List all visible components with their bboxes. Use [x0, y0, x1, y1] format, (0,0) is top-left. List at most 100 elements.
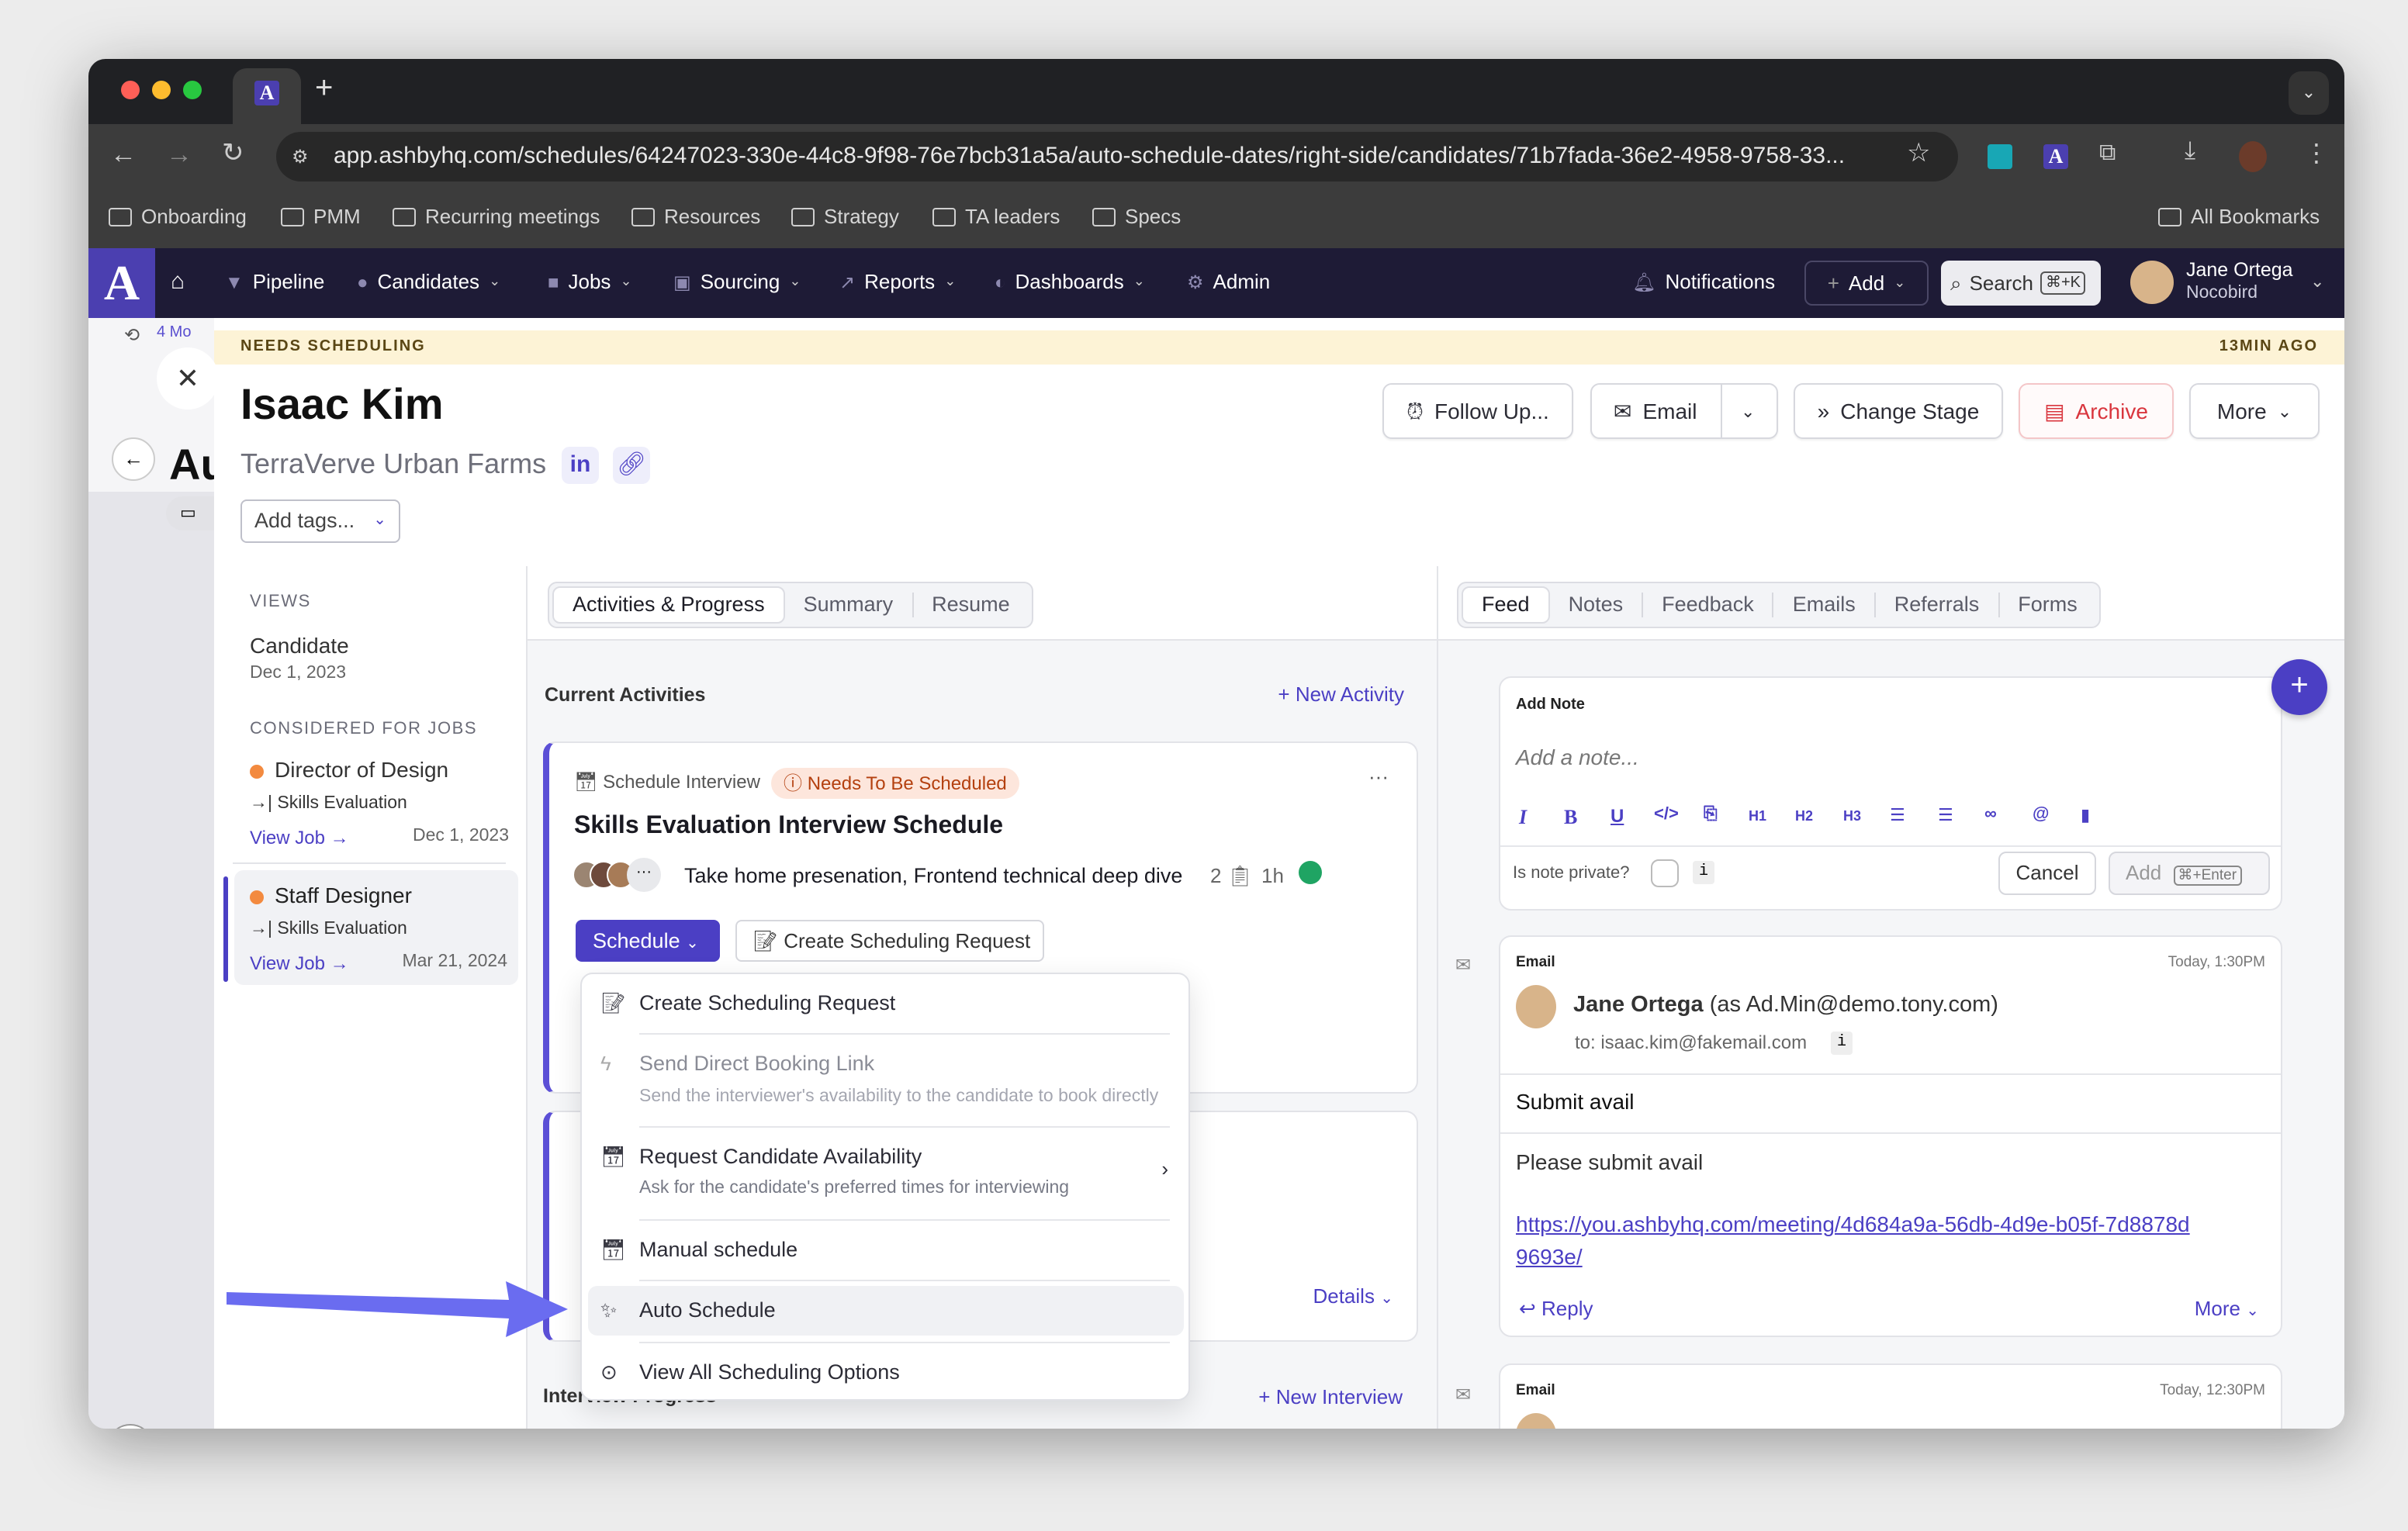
- card-more-icon[interactable]: ···: [1368, 765, 1389, 788]
- menu-item-request-candidate-availability[interactable]: 📅︎ Request Candidate Availability Ask for …: [582, 1128, 1192, 1219]
- extension-icon[interactable]: [1988, 144, 2012, 169]
- cancel-button[interactable]: Cancel: [1998, 852, 2096, 895]
- home-icon[interactable]: ⌂: [171, 268, 185, 295]
- reply-button[interactable]: ↩ Reply: [1519, 1297, 1593, 1322]
- mention-icon[interactable]: @: [2033, 805, 2049, 824]
- nav-candidates[interactable]: ● Candidates ⌄: [357, 270, 500, 293]
- link-icon[interactable]: 🔗︎: [613, 447, 650, 484]
- bookmark-ta-leaders[interactable]: TA leaders: [932, 205, 1060, 228]
- site-settings-icon[interactable]: ⚙: [292, 132, 309, 181]
- bookmark-onboarding[interactable]: Onboarding: [109, 205, 247, 228]
- view-job-link[interactable]: View Job →: [250, 827, 349, 848]
- profile-avatar[interactable]: [2239, 141, 2267, 172]
- attachment-icon[interactable]: ▮: [2081, 805, 2090, 825]
- new-activity-button[interactable]: + New Activity: [1278, 683, 1404, 706]
- back-icon[interactable]: ←: [110, 140, 137, 171]
- bold-icon[interactable]: B: [1564, 805, 1577, 830]
- tab-notes[interactable]: Notes: [1550, 593, 1644, 617]
- add-button[interactable]: + Add ⌄: [1804, 261, 1929, 306]
- note-input[interactable]: Add a note...: [1516, 745, 1639, 769]
- history-icon[interactable]: ⟲: [124, 324, 140, 346]
- search-button[interactable]: ⌕ Search ⌘+K: [1941, 261, 2101, 306]
- job-item[interactable]: Director of Design →| Skills Evaluation …: [227, 745, 518, 859]
- job-item-selected[interactable]: Staff Designer →| Skills Evaluation View…: [234, 870, 518, 985]
- menu-item-view-all-scheduling-options[interactable]: ⊙ View All Scheduling Options: [582, 1343, 1192, 1402]
- maximize-window-button[interactable]: [183, 81, 202, 99]
- menu-item-create-scheduling-request[interactable]: 📝︎ Create Scheduling Request: [582, 974, 1192, 1033]
- tab-search-chevron-icon[interactable]: ⌄: [2289, 71, 2329, 115]
- minimize-window-button[interactable]: [152, 81, 171, 99]
- private-checkbox[interactable]: [1651, 859, 1679, 887]
- code-block-icon[interactable]: ⎘: [1704, 805, 1718, 825]
- add-tags-select[interactable]: Add tags... ⌄: [240, 499, 400, 543]
- nav-jobs[interactable]: ■ Jobs ⌄: [548, 270, 632, 293]
- email-button[interactable]: ✉ Email ⌄: [1590, 383, 1778, 439]
- tab-summary[interactable]: Summary: [785, 593, 914, 617]
- nav-reports[interactable]: ↗ Reports ⌄: [839, 270, 956, 293]
- email-options-chevron-icon[interactable]: ⌄: [1741, 401, 1755, 421]
- nav-sourcing[interactable]: ▣ Sourcing ⌄: [673, 270, 801, 293]
- change-stage-button[interactable]: » Change Stage: [1794, 383, 2003, 439]
- extensions-puzzle-icon[interactable]: ⧉: [2099, 140, 2116, 166]
- view-job-link[interactable]: View Job →: [250, 952, 349, 974]
- italic-icon[interactable]: I: [1519, 805, 1527, 830]
- tab-feed[interactable]: Feed: [1462, 586, 1550, 624]
- info-icon[interactable]: i: [1693, 861, 1714, 884]
- notifications-button[interactable]: 🔔︎ Notifications: [1632, 270, 1775, 293]
- interviewer-avatars[interactable]: ···: [573, 858, 669, 892]
- schedule-dropdown-button[interactable]: Schedule ⌄: [576, 920, 720, 962]
- user-avatar[interactable]: [2130, 261, 2174, 304]
- reload-icon[interactable]: ↻: [222, 138, 244, 169]
- bookmark-specs[interactable]: Specs: [1092, 205, 1181, 228]
- add-fab-button[interactable]: +: [2271, 659, 2327, 715]
- browser-tab[interactable]: A: [233, 68, 301, 124]
- bookmark-recurring-meetings[interactable]: Recurring meetings: [393, 205, 600, 228]
- underline-icon[interactable]: U: [1611, 805, 1624, 827]
- tab-forms[interactable]: Forms: [1999, 593, 2096, 617]
- user-name[interactable]: Jane Ortega: [2186, 259, 2293, 281]
- url-field[interactable]: ⚙ app.ashbyhq.com/schedules/64247023-330…: [276, 132, 1958, 181]
- bookmark-star-icon[interactable]: ☆: [1907, 138, 1931, 169]
- ashby-extension-icon[interactable]: A: [2043, 144, 2068, 169]
- new-tab-button[interactable]: +: [315, 71, 333, 107]
- follow-up-button[interactable]: ⏰︎ Follow Up...: [1382, 383, 1573, 439]
- archive-button[interactable]: ▤ Archive: [2019, 383, 2174, 439]
- browser-menu-icon[interactable]: ⋮: [2304, 138, 2329, 169]
- help-button[interactable]: ?: [107, 1424, 154, 1429]
- tab-activities[interactable]: Activities & Progress: [552, 586, 785, 624]
- link-icon[interactable]: ∞: [1984, 805, 1997, 824]
- menu-item-manual-schedule[interactable]: 📅︎ Manual schedule: [582, 1221, 1192, 1280]
- ashby-logo[interactable]: A: [88, 248, 155, 318]
- code-icon[interactable]: </>: [1654, 805, 1679, 824]
- download-icon[interactable]: ⤓: [2185, 138, 2195, 166]
- close-window-button[interactable]: [121, 81, 140, 99]
- nav-admin[interactable]: ⚙ Admin: [1187, 270, 1270, 293]
- user-menu-chevron-icon[interactable]: ⌄: [2310, 271, 2324, 292]
- forward-icon[interactable]: →: [166, 140, 192, 171]
- new-interview-button[interactable]: + New Interview: [1258, 1385, 1403, 1408]
- all-bookmarks[interactable]: All Bookmarks: [2158, 205, 2320, 228]
- heading-2-button[interactable]: H2: [1795, 808, 1813, 824]
- heading-3-button[interactable]: H3: [1843, 808, 1861, 824]
- nav-dashboards[interactable]: ◐ Dashboards ⌄: [995, 270, 1145, 293]
- heading-1-button[interactable]: H1: [1749, 808, 1766, 824]
- bookmark-pmm[interactable]: PMM: [281, 205, 361, 228]
- bookmark-resources[interactable]: Resources: [631, 205, 760, 228]
- info-icon[interactable]: i: [1831, 1032, 1853, 1055]
- bullet-list-icon[interactable]: ☰: [1938, 805, 1953, 825]
- meeting-link[interactable]: https://you.ashbyhq.com/meeting/4d684a9a…: [1516, 1208, 2199, 1274]
- email-more-button[interactable]: More ⌄: [2195, 1297, 2259, 1320]
- bookmark-strategy[interactable]: Strategy: [791, 205, 899, 228]
- details-button[interactable]: Details ⌄: [1313, 1284, 1393, 1308]
- menu-item-send-direct-booking-link[interactable]: ϟ Send Direct Booking Link Send the interv…: [582, 1035, 1192, 1126]
- tab-referrals[interactable]: Referrals: [1876, 593, 2000, 617]
- nav-pipeline[interactable]: ▼ Pipeline: [225, 270, 324, 293]
- tab-resume[interactable]: Resume: [913, 593, 1029, 617]
- back-arrow-button[interactable]: ←: [112, 437, 155, 481]
- create-scheduling-request-button[interactable]: 📝︎ Create Scheduling Request: [735, 920, 1044, 962]
- tab-emails[interactable]: Emails: [1774, 593, 1876, 617]
- more-button[interactable]: More ⌄: [2189, 383, 2320, 439]
- add-note-button[interactable]: Add ⌘+Enter: [2109, 852, 2270, 895]
- tab-feedback[interactable]: Feedback: [1643, 593, 1774, 617]
- view-candidate[interactable]: Candidate: [250, 633, 349, 658]
